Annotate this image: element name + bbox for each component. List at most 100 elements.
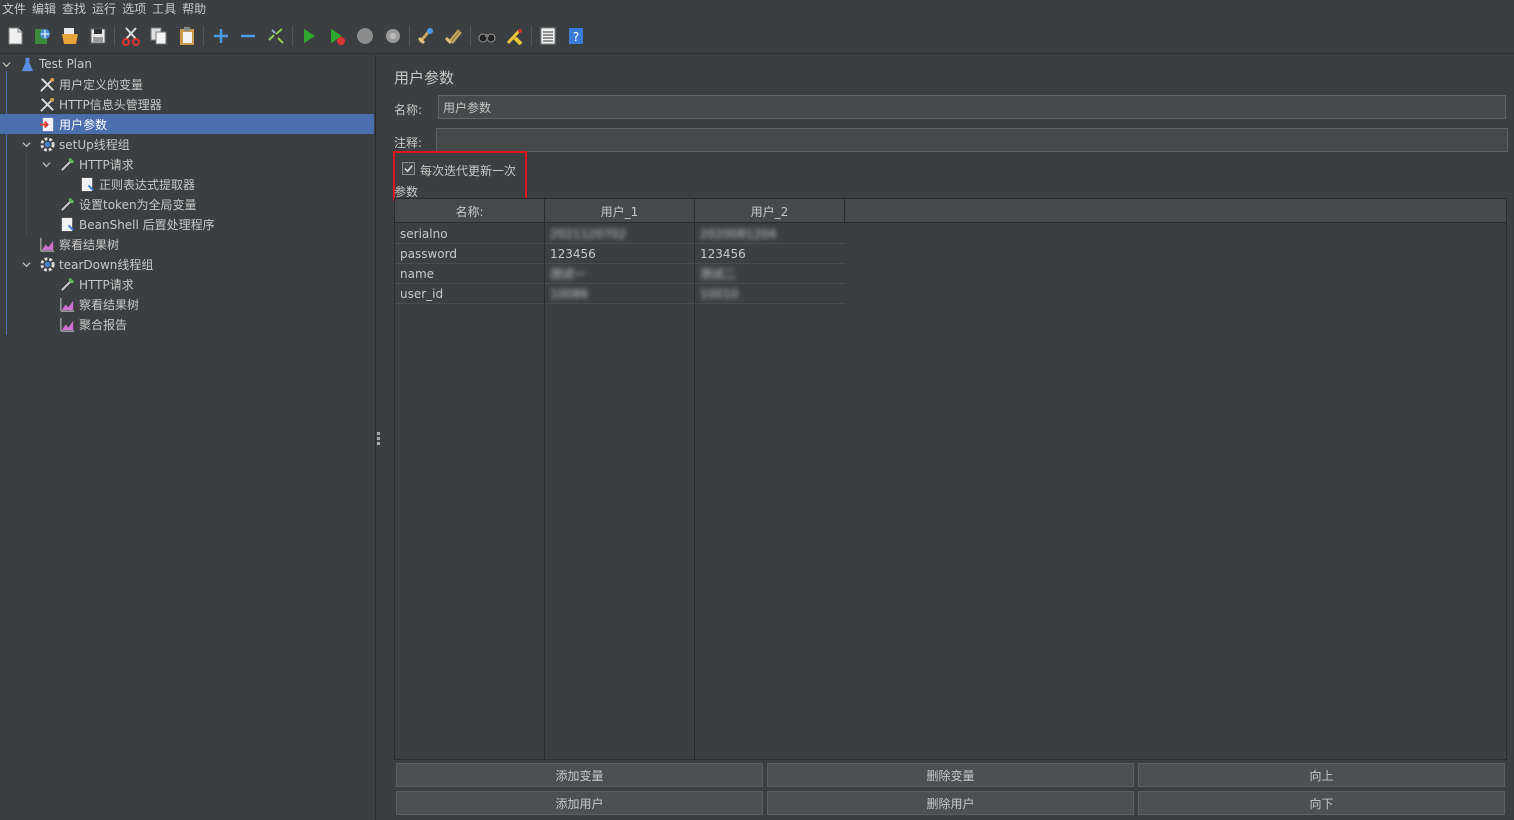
menu-bar: 文件 编辑 查找 运行 选项 工具 帮助 [0, 0, 1514, 17]
menu-run[interactable]: 运行 [90, 1, 120, 17]
flask-icon [18, 55, 36, 73]
menu-options[interactable]: 选项 [120, 1, 150, 17]
wrench-icon [38, 75, 56, 93]
pipette-icon [58, 155, 76, 173]
save-icon[interactable] [87, 25, 109, 47]
table-cell[interactable]: 2020081204 [695, 224, 845, 244]
search-icon[interactable] [476, 25, 498, 47]
postprocessor-icon [58, 215, 76, 233]
update-once-checkbox[interactable] [402, 162, 415, 175]
open-icon[interactable] [59, 25, 81, 47]
menu-help[interactable]: 帮助 [180, 1, 210, 17]
stop-icon[interactable] [354, 25, 376, 47]
redacted-value: 2020081204 [700, 226, 777, 241]
chart-icon [58, 315, 76, 333]
redacted-value: 测试一 [550, 267, 587, 281]
tree-node-view-results-tree-2[interactable]: 察看结果树 [58, 294, 139, 314]
toolbar-separator [470, 26, 471, 46]
table-cell[interactable]: 123456 [545, 244, 694, 264]
templates-icon[interactable] [31, 25, 53, 47]
delete-variable-button[interactable]: 删除变量 [767, 763, 1134, 787]
table-cell[interactable]: 测试二 [695, 264, 845, 284]
wrench-icon [38, 95, 56, 113]
tree-node-label: 正则表达式提取器 [99, 177, 196, 192]
tree-node-label: 用户定义的变量 [59, 77, 144, 92]
table-cell[interactable]: serialno [395, 224, 544, 244]
tree-node-aggregate-report[interactable]: 聚合报告 [58, 314, 127, 334]
clear-all-icon[interactable] [443, 25, 465, 47]
move-up-button[interactable]: 向上 [1138, 763, 1505, 787]
svg-text:?: ? [573, 30, 579, 44]
reset-search-icon[interactable] [504, 25, 526, 47]
preprocessor-icon [38, 115, 56, 133]
tree-node-label: 用户参数 [59, 117, 108, 132]
start-icon[interactable] [298, 25, 320, 47]
tree-node-label: BeanShell 后置处理程序 [79, 217, 215, 232]
clear-icon[interactable] [415, 25, 437, 47]
tree-node-label: setUp线程组 [59, 137, 130, 152]
chevron-down-icon[interactable] [20, 258, 32, 270]
redacted-value: 测试二 [700, 267, 737, 281]
start-no-pause-icon[interactable] [326, 25, 348, 47]
add-variable-button[interactable]: 添加变量 [396, 763, 763, 787]
tree-node-teardown-group[interactable]: tearDown线程组 [20, 254, 153, 274]
menu-file[interactable]: 文件 [0, 1, 30, 17]
comment-field[interactable] [436, 128, 1508, 152]
tree-node-label: 察看结果树 [79, 297, 140, 312]
tree-node-label: 察看结果树 [59, 237, 120, 252]
tree-node-regex-extractor[interactable]: 正则表达式提取器 [78, 174, 195, 194]
tree-node-beanshell[interactable]: BeanShell 后置处理程序 [58, 214, 215, 234]
cut-icon[interactable] [120, 25, 142, 47]
column-header-user-2[interactable]: 用户_2 [695, 199, 845, 223]
tree-node-user-params[interactable]: 用户参数 [38, 114, 107, 134]
tree-node-set-token[interactable]: 设置token为全局变量 [58, 194, 197, 214]
table-cell[interactable]: 测试一 [545, 264, 694, 284]
paste-icon[interactable] [176, 25, 198, 47]
add-user-button[interactable]: 添加用户 [396, 791, 763, 815]
table-cell[interactable]: 10086 [545, 284, 694, 304]
collapse-icon[interactable] [237, 25, 259, 47]
table-cell[interactable]: name [395, 264, 544, 284]
menu-search[interactable]: 查找 [60, 1, 90, 17]
delete-user-button[interactable]: 删除用户 [767, 791, 1134, 815]
table-cell[interactable]: 2021120702 [545, 224, 694, 244]
tree-node-http-header-manager[interactable]: HTTP信息头管理器 [38, 94, 162, 114]
chevron-down-icon[interactable] [40, 158, 52, 170]
column-header-name[interactable]: 名称: [395, 199, 545, 223]
tree-node-user-defined-vars[interactable]: 用户定义的变量 [38, 74, 143, 94]
new-icon[interactable] [4, 25, 26, 47]
params-table: 名称: 用户_1 用户_2 serialno 2021120702 202008… [394, 198, 1507, 760]
table-cell[interactable]: password [395, 244, 544, 264]
function-helper-icon[interactable] [537, 25, 559, 47]
move-down-button[interactable]: 向下 [1138, 791, 1505, 815]
tree-node-http-request-2[interactable]: HTTP请求 [58, 274, 134, 294]
postprocessor-icon [78, 175, 96, 193]
help-icon[interactable]: ? [565, 25, 587, 47]
tree-node-test-plan[interactable]: Test Plan [0, 54, 92, 74]
copy-icon[interactable] [148, 25, 170, 47]
splitter-grip [377, 442, 380, 445]
name-field[interactable] [438, 95, 1506, 119]
chevron-down-icon[interactable] [0, 58, 12, 70]
tree-node-http-request-1[interactable]: HTTP请求 [40, 154, 134, 174]
gear-icon [38, 135, 56, 153]
comment-label: 注释: [394, 136, 423, 150]
table-cell[interactable]: 123456 [695, 244, 845, 264]
shutdown-icon[interactable] [382, 25, 404, 47]
column-header-user-1[interactable]: 用户_1 [545, 199, 695, 223]
table-cell[interactable]: 10010 [695, 284, 845, 304]
pipette-icon [58, 275, 76, 293]
expand-icon[interactable] [210, 25, 232, 47]
tree-node-setup-group[interactable]: setUp线程组 [20, 134, 130, 154]
toggle-icon[interactable] [265, 25, 287, 47]
check-icon [404, 165, 413, 173]
menu-tools[interactable]: 工具 [150, 1, 180, 17]
menu-edit[interactable]: 编辑 [30, 1, 60, 17]
toolbar: ? [0, 18, 1514, 54]
test-plan-tree: Test Plan 用户定义的变量 HTTP信息头管理器 用户参数 setUp线… [0, 55, 375, 820]
chevron-down-icon[interactable] [20, 138, 32, 150]
tree-node-view-results-tree-1[interactable]: 察看结果树 [38, 234, 119, 254]
toolbar-separator [409, 26, 410, 46]
gear-icon [38, 255, 56, 273]
table-cell[interactable]: user_id [395, 284, 544, 304]
